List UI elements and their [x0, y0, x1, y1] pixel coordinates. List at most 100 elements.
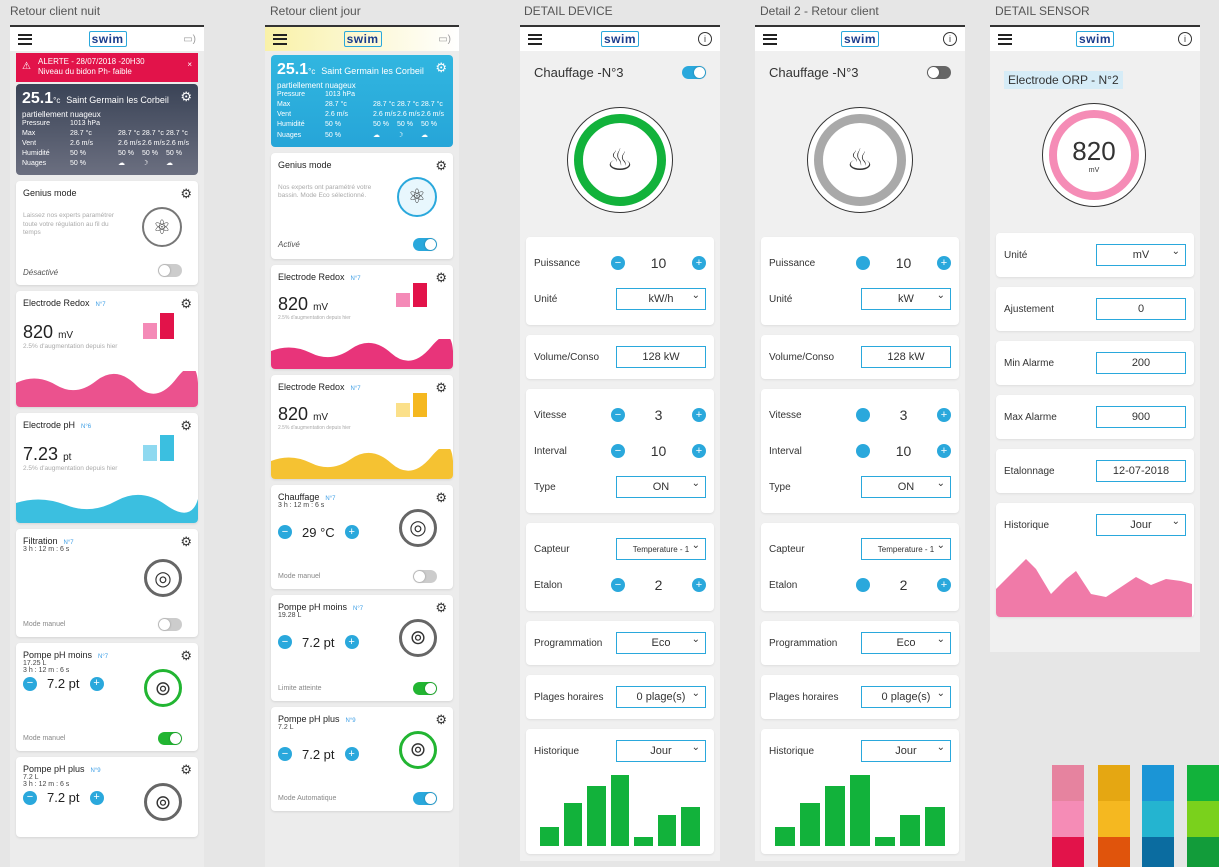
plus-button[interactable]: + — [936, 578, 951, 592]
gear-icon[interactable]: ⚙ — [435, 712, 447, 728]
device-icon[interactable]: ▭) — [438, 34, 451, 45]
hist-select[interactable]: Jour — [1096, 514, 1186, 536]
swatch — [1052, 801, 1084, 837]
plus-button[interactable]: + — [344, 635, 359, 650]
plages-box: Plages horaires 0 plage(s) — [761, 675, 959, 719]
device-toggle[interactable] — [927, 66, 951, 79]
gear-icon[interactable]: ⚙ — [435, 380, 447, 396]
max-input[interactable]: 900 — [1096, 406, 1186, 428]
plus-button[interactable]: + — [89, 790, 104, 805]
genius-toggle[interactable] — [413, 237, 437, 251]
unit-select[interactable]: kW/h — [616, 288, 706, 310]
minus-button[interactable]: − — [23, 676, 37, 691]
gear-icon[interactable]: ⚙ — [180, 534, 192, 550]
pump-toggle[interactable] — [413, 791, 437, 805]
swatch — [1142, 801, 1174, 837]
volume-input[interactable]: 128 kW — [861, 346, 951, 368]
capteur-select[interactable]: Temperature - 1 — [861, 538, 951, 560]
info-icon[interactable]: i — [942, 32, 957, 46]
prog-select[interactable]: Eco — [616, 632, 706, 654]
gear-icon[interactable]: ⚙ — [435, 60, 447, 76]
type-select[interactable]: ON — [861, 476, 951, 498]
pump-value: 7.2 pt — [302, 746, 335, 762]
plages-select[interactable]: 0 plage(s) — [861, 686, 951, 708]
plages-select[interactable]: 0 plage(s) — [616, 686, 706, 708]
etal-input[interactable]: 12-07-2018 — [1096, 460, 1186, 482]
filtration-toggle[interactable] — [158, 618, 182, 632]
unit-select[interactable]: mV — [1096, 244, 1186, 266]
menu-icon[interactable] — [763, 33, 777, 45]
device-icon[interactable]: ▭) — [183, 34, 196, 45]
minus-button[interactable]: − — [611, 578, 625, 592]
minus-button[interactable]: − — [611, 408, 625, 422]
close-icon[interactable]: × — [187, 60, 192, 70]
alert-banner[interactable]: ⚠ ALERTE - 28/07/2018 -20H30 Niveau du b… — [16, 53, 198, 82]
hist-select[interactable]: Jour — [861, 740, 951, 762]
minus-button[interactable] — [856, 578, 870, 592]
gear-icon[interactable]: ⚙ — [180, 296, 192, 312]
minus-button[interactable] — [856, 256, 870, 270]
minus-button[interactable]: − — [278, 747, 292, 762]
capteur-select[interactable]: Temperature - 1 — [616, 538, 706, 560]
card-title: Genius mode — [278, 159, 332, 170]
plus-button[interactable]: + — [691, 256, 706, 270]
plus-button[interactable]: + — [344, 747, 359, 762]
chauffage-toggle[interactable] — [413, 569, 437, 583]
plus-button[interactable]: + — [691, 578, 706, 592]
screen-detail-2: swim i Chauffage -N°3 ♨ Puissance 10 + Uni… — [755, 25, 965, 861]
volume-box: Volume/Conso 128 kW — [761, 335, 959, 379]
weather-row: Max 28.7 °c 28.7 °c 28.7 °c 28.7 °c — [277, 101, 443, 109]
minus-button[interactable] — [856, 408, 870, 422]
prog-select[interactable]: Eco — [861, 632, 951, 654]
plus-button[interactable]: + — [89, 676, 104, 691]
bar — [587, 786, 606, 846]
info-icon[interactable]: i — [697, 32, 712, 46]
plus-button[interactable]: + — [691, 444, 706, 458]
gear-icon[interactable]: ⚙ — [435, 158, 447, 174]
screen-day: swim ▭) 25.1°c Saint Germain les Corbeil… — [265, 25, 459, 867]
sensor-box: CapteurTemperature - 1 Etalon2+ — [761, 523, 959, 611]
plus-button[interactable]: + — [936, 444, 951, 458]
minus-button[interactable]: − — [278, 525, 292, 540]
plus-button[interactable]: + — [936, 408, 951, 422]
minus-button[interactable]: − — [278, 635, 292, 650]
device-ring: ♨ — [807, 107, 913, 213]
chauffage-time: 3 h : 12 m : 6 s — [278, 501, 325, 509]
menu-icon[interactable] — [273, 33, 287, 45]
gear-icon[interactable]: ⚙ — [435, 490, 447, 506]
minus-button[interactable]: − — [611, 444, 625, 458]
min-input[interactable]: 200 — [1096, 352, 1186, 374]
minus-button[interactable] — [856, 444, 870, 458]
gear-icon[interactable]: ⚙ — [180, 186, 192, 202]
unit-select[interactable]: kW — [861, 288, 951, 310]
menu-icon[interactable] — [528, 33, 542, 45]
device-header: Chauffage -N°3 — [520, 51, 720, 80]
plus-button[interactable]: + — [936, 256, 951, 270]
gear-icon[interactable]: ⚙ — [435, 600, 447, 616]
menu-icon[interactable] — [998, 33, 1012, 45]
hist-select[interactable]: Jour — [616, 740, 706, 762]
mini-bars — [143, 313, 174, 340]
minus-button[interactable]: − — [611, 256, 625, 270]
info-icon[interactable]: i — [1177, 32, 1192, 46]
gear-icon[interactable]: ⚙ — [180, 648, 192, 664]
plus-button[interactable]: + — [344, 525, 359, 540]
bar — [563, 802, 583, 846]
ajust-input[interactable]: 0 — [1096, 298, 1186, 320]
plus-button[interactable]: + — [691, 408, 706, 422]
menu-icon[interactable] — [18, 33, 32, 45]
ajust-label: Ajustement — [1004, 303, 1055, 315]
gear-icon[interactable]: ⚙ — [180, 89, 192, 105]
card-title: Pompe pH plus N°9 — [278, 713, 356, 724]
gear-icon[interactable]: ⚙ — [180, 762, 192, 778]
gear-icon[interactable]: ⚙ — [180, 418, 192, 434]
type-select[interactable]: ON — [616, 476, 706, 498]
device-toggle[interactable] — [682, 66, 706, 79]
minus-button[interactable]: − — [23, 790, 37, 805]
pump-toggle[interactable] — [158, 732, 182, 746]
genius-toggle[interactable] — [158, 264, 182, 278]
gear-icon[interactable]: ⚙ — [435, 270, 447, 286]
heater-icon: ◎ — [399, 508, 437, 547]
pump-toggle[interactable] — [413, 681, 437, 695]
volume-input[interactable]: 128 kW — [616, 346, 706, 368]
